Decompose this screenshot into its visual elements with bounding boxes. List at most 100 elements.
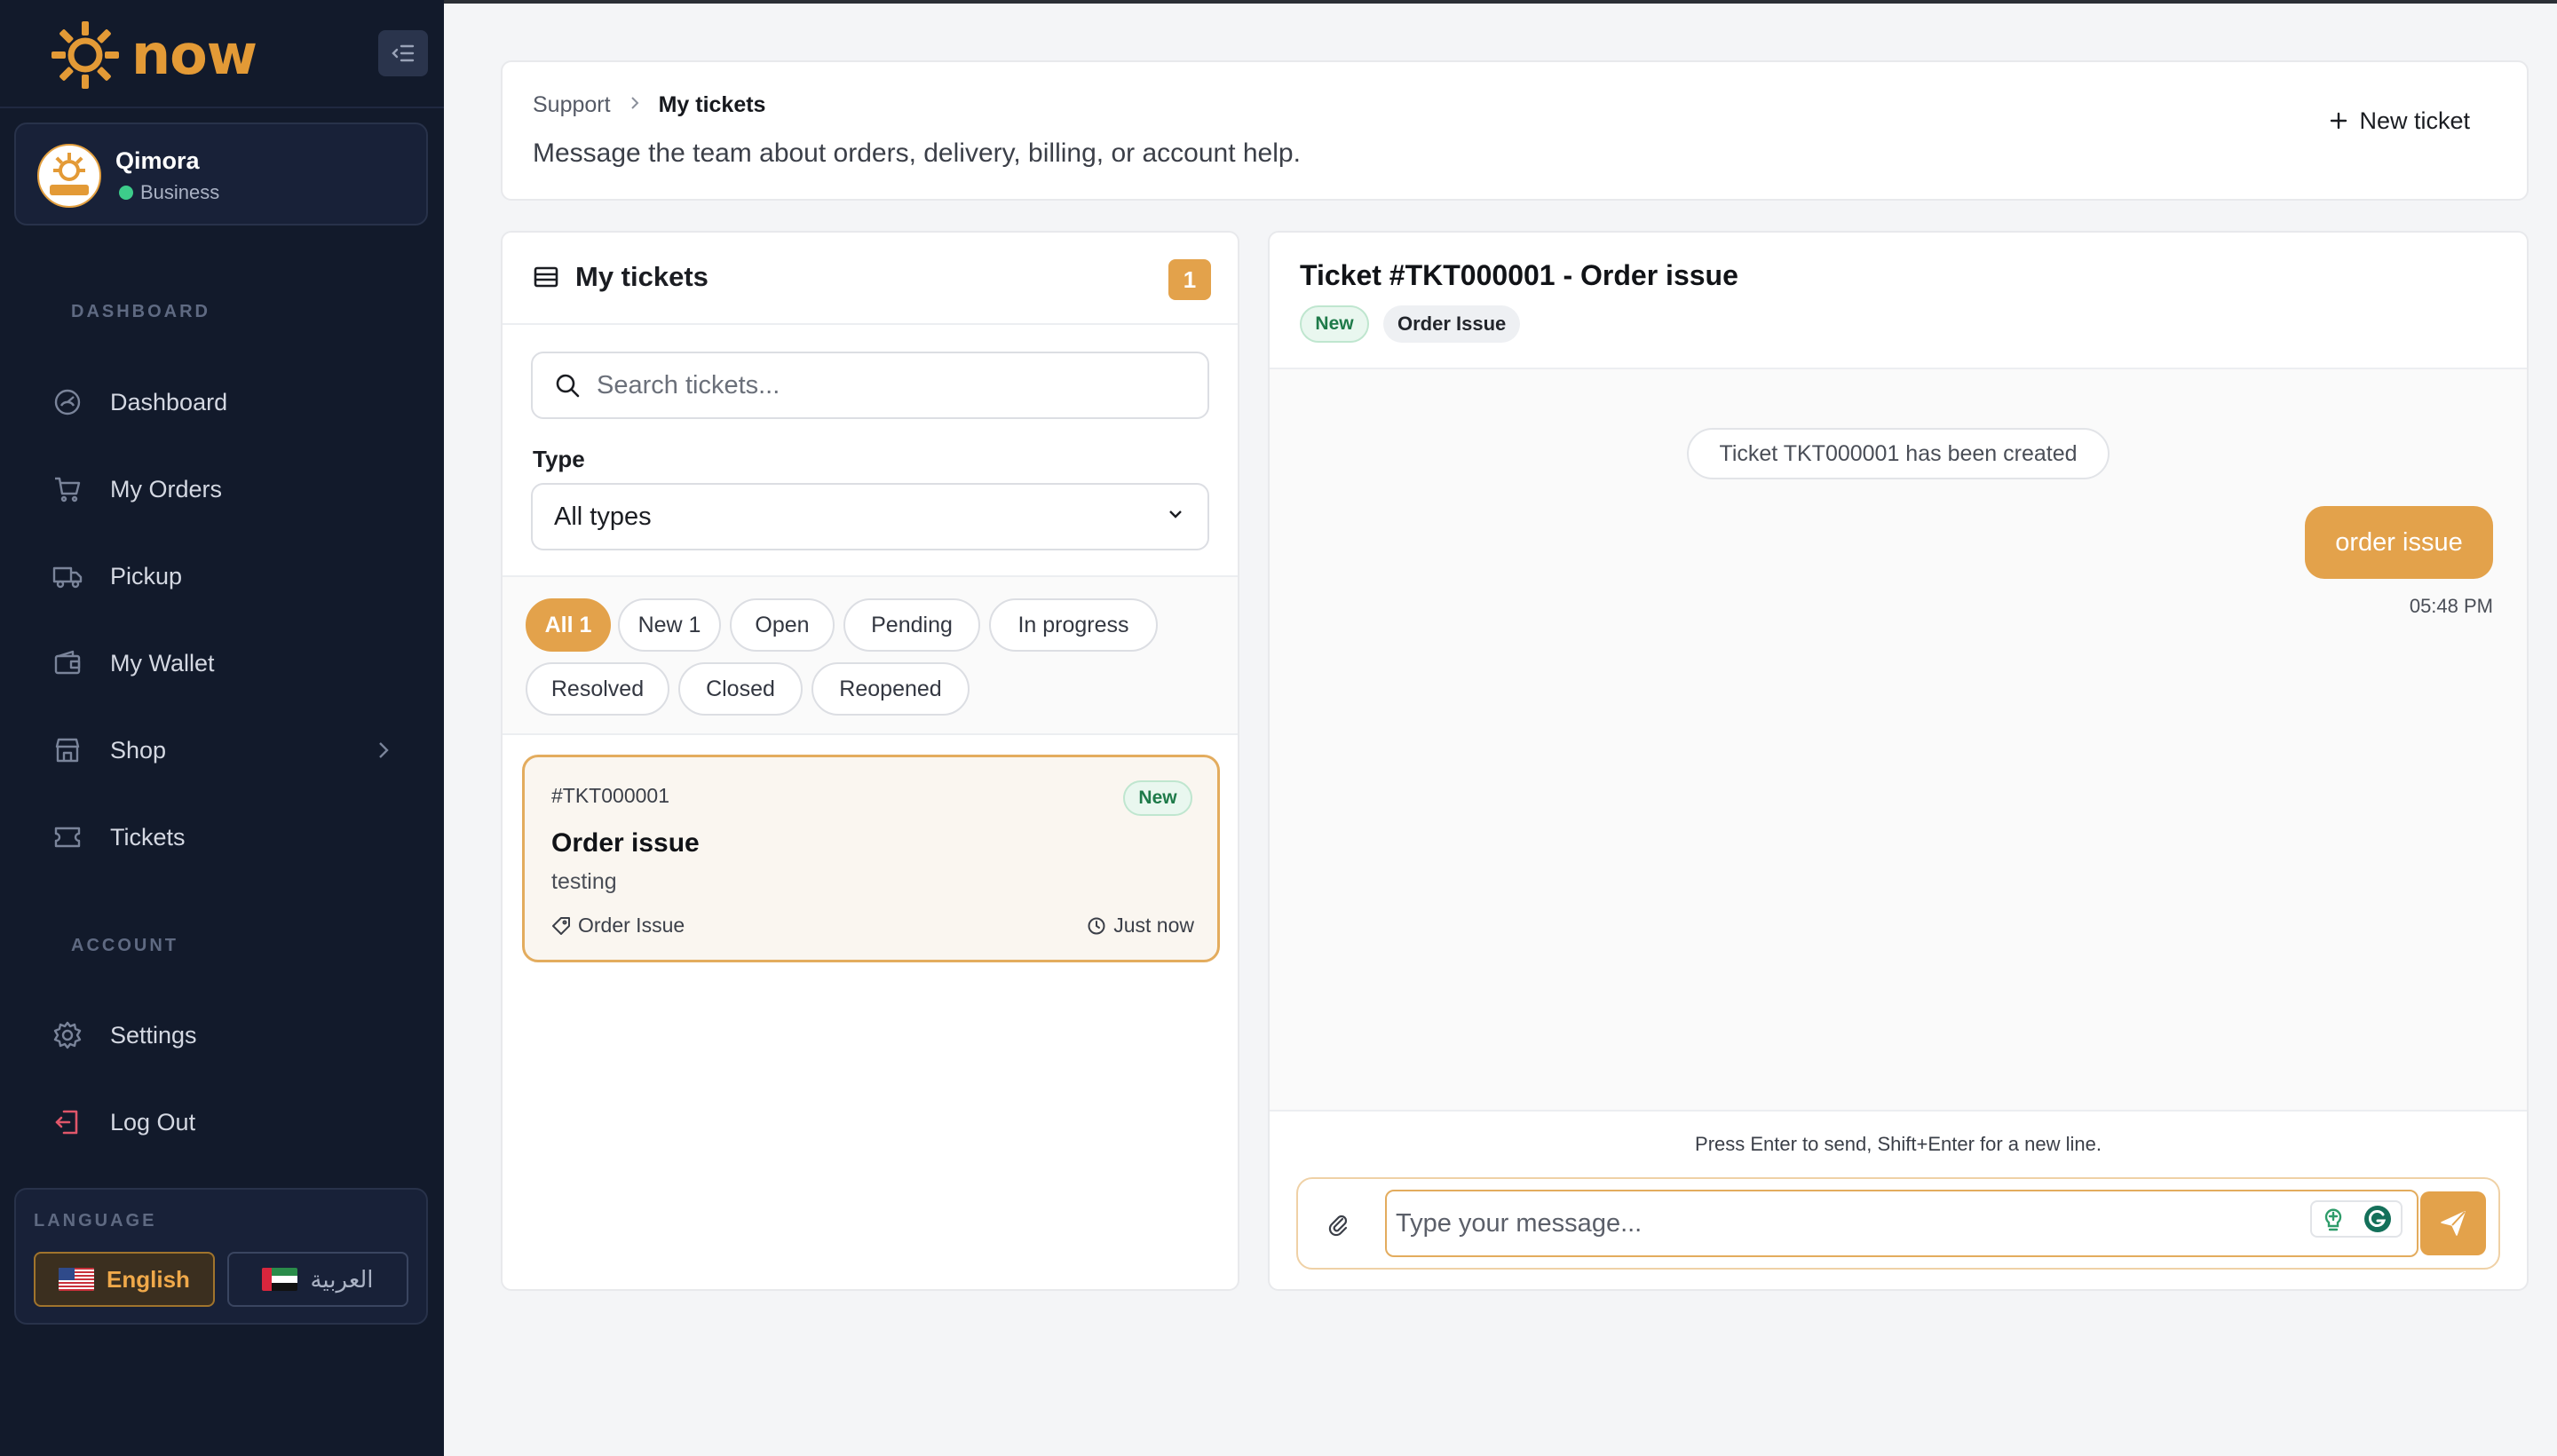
ticket-time: Just now xyxy=(1087,914,1194,938)
search-icon xyxy=(554,372,581,399)
sidebar-item-label: Tickets xyxy=(110,823,186,851)
uae-flag-icon xyxy=(262,1268,298,1291)
new-ticket-button[interactable]: New ticket xyxy=(2329,105,2470,138)
language-arabic-label: العربية xyxy=(310,1265,374,1293)
message-input[interactable] xyxy=(1396,1208,2284,1238)
status-filter-chips: All 1 New 1 Open Pending In progress Res… xyxy=(503,575,1238,735)
sidebar-item-my-orders[interactable]: My Orders xyxy=(36,461,408,518)
sidebar-item-label: My Wallet xyxy=(110,649,215,677)
type-filter-select[interactable]: All types xyxy=(531,483,1209,550)
chevron-right-icon xyxy=(373,738,394,769)
profile-name: Qimora xyxy=(115,147,200,174)
filter-chip-resolved[interactable]: Resolved xyxy=(526,662,669,716)
breadcrumb-root[interactable]: Support xyxy=(533,92,611,118)
ticket-id: #TKT000001 xyxy=(551,784,669,807)
filter-chip-new[interactable]: New 1 xyxy=(618,598,721,652)
section-label-dashboard: DASHBOARD xyxy=(71,302,210,321)
ticket-description: testing xyxy=(551,869,617,894)
sidebar-item-dashboard[interactable]: Dashboard xyxy=(36,374,408,431)
tickets-panel: My tickets 1 Type All types All 1 New 1 … xyxy=(501,231,1239,1291)
collapse-icon xyxy=(392,44,415,62)
search-tickets-field[interactable] xyxy=(531,352,1209,419)
sidebar-item-label: Settings xyxy=(110,1021,197,1048)
page-subtitle: Message the team about orders, delivery,… xyxy=(533,138,1301,168)
sidebar-item-label: Shop xyxy=(110,736,167,764)
breadcrumb-current: My tickets xyxy=(658,92,766,117)
cart-icon xyxy=(51,473,83,505)
message-bubble: order issue xyxy=(2305,506,2493,579)
system-message: Ticket TKT000001 has been created xyxy=(1687,428,2110,479)
collapse-sidebar-button[interactable] xyxy=(378,30,428,76)
send-button[interactable] xyxy=(2420,1191,2486,1255)
ticket-time-label: Just now xyxy=(1113,914,1194,937)
language-arabic-button[interactable]: العربية xyxy=(227,1252,408,1307)
filter-chip-open[interactable]: Open xyxy=(730,598,835,652)
truck-icon xyxy=(51,560,83,592)
sidebar-item-my-wallet[interactable]: My Wallet xyxy=(36,635,408,692)
filter-chip-reopened[interactable]: Reopened xyxy=(811,662,970,716)
page-header: Support My tickets Message the team abou… xyxy=(501,60,2529,201)
plus-icon xyxy=(2329,105,2348,138)
profile-card[interactable]: Qimora Business xyxy=(14,123,428,226)
message-thread[interactable]: Ticket TKT000001 has been created order … xyxy=(1270,369,2527,1110)
attach-icon[interactable] xyxy=(1326,1211,1350,1238)
brand-logo[interactable]: now xyxy=(50,20,257,91)
category-tag: Order Issue xyxy=(1383,305,1521,343)
sidebar-item-shop[interactable]: Shop xyxy=(36,722,408,779)
tag-icon xyxy=(552,916,570,935)
language-english-label: English xyxy=(107,1265,190,1293)
chevron-down-icon xyxy=(1165,502,1186,532)
conversation-header: Ticket #TKT000001 - Order issue New Orde… xyxy=(1270,233,2527,369)
ticket-list-item[interactable]: #TKT000001 New Order issue testing Order… xyxy=(522,755,1220,962)
ticket-category-label: Order Issue xyxy=(578,914,685,937)
sidebar: now Qimora Business DASHBOARD Dashboard … xyxy=(0,0,444,1456)
filter-chip-closed[interactable]: Closed xyxy=(678,662,803,716)
composer-area: Press Enter to send, Shift+Enter for a n… xyxy=(1270,1110,2527,1289)
extension-icons xyxy=(2310,1200,2403,1238)
status-badge: New xyxy=(1123,780,1192,816)
message-timestamp: 05:48 PM xyxy=(2409,595,2493,617)
avatar-logo-icon xyxy=(50,153,89,195)
sidebar-item-label: My Orders xyxy=(110,475,223,502)
status-badge: New xyxy=(1300,305,1369,343)
search-tickets-input[interactable] xyxy=(597,370,1165,400)
profile-role-label: Business xyxy=(140,181,220,203)
language-switcher: LANGUAGE English العربية xyxy=(14,1188,428,1325)
clock-icon xyxy=(1088,917,1105,934)
logo-row: now xyxy=(0,0,444,108)
type-filter-label: Type xyxy=(533,446,585,472)
store-icon xyxy=(51,734,83,766)
tickets-panel-title-label: My tickets xyxy=(575,261,709,292)
send-icon xyxy=(2441,1211,2466,1236)
section-label-account: ACCOUNT xyxy=(71,936,178,955)
breadcrumb: Support My tickets xyxy=(533,92,765,118)
sidebar-item-settings[interactable]: Settings xyxy=(36,1007,408,1064)
sun-logo-icon xyxy=(51,21,119,89)
wallet-icon xyxy=(51,647,83,679)
gauge-icon xyxy=(51,386,83,418)
conversation-title: Ticket #TKT000001 - Order issue xyxy=(1300,259,1738,291)
tickets-count-badge: 1 xyxy=(1168,259,1211,300)
filter-chip-pending[interactable]: Pending xyxy=(843,598,980,652)
message-field[interactable] xyxy=(1385,1190,2418,1257)
sidebar-item-label: Pickup xyxy=(110,562,183,590)
composer-hint: Press Enter to send, Shift+Enter for a n… xyxy=(1695,1133,2102,1155)
language-english-button[interactable]: English xyxy=(34,1252,215,1307)
ticket-icon xyxy=(51,821,83,853)
avatar xyxy=(37,144,101,208)
ticket-title: Order issue xyxy=(551,828,700,858)
sidebar-item-pickup[interactable]: Pickup xyxy=(36,548,408,605)
grammarly-icon[interactable] xyxy=(2363,1204,2393,1234)
brand-name: now xyxy=(131,22,257,87)
filter-chip-all[interactable]: All 1 xyxy=(526,598,611,652)
lightbulb-icon[interactable] xyxy=(2321,1205,2346,1233)
sidebar-item-log-out[interactable]: Log Out xyxy=(36,1094,408,1151)
filter-chip-in-progress[interactable]: In progress xyxy=(989,598,1158,652)
online-status-dot xyxy=(119,186,133,200)
sidebar-item-label: Dashboard xyxy=(110,388,228,415)
us-flag-icon xyxy=(59,1268,95,1291)
sidebar-item-label: Log Out xyxy=(110,1108,196,1136)
message-composer xyxy=(1296,1177,2500,1270)
logout-icon xyxy=(51,1106,83,1138)
sidebar-item-tickets[interactable]: Tickets xyxy=(36,809,408,866)
